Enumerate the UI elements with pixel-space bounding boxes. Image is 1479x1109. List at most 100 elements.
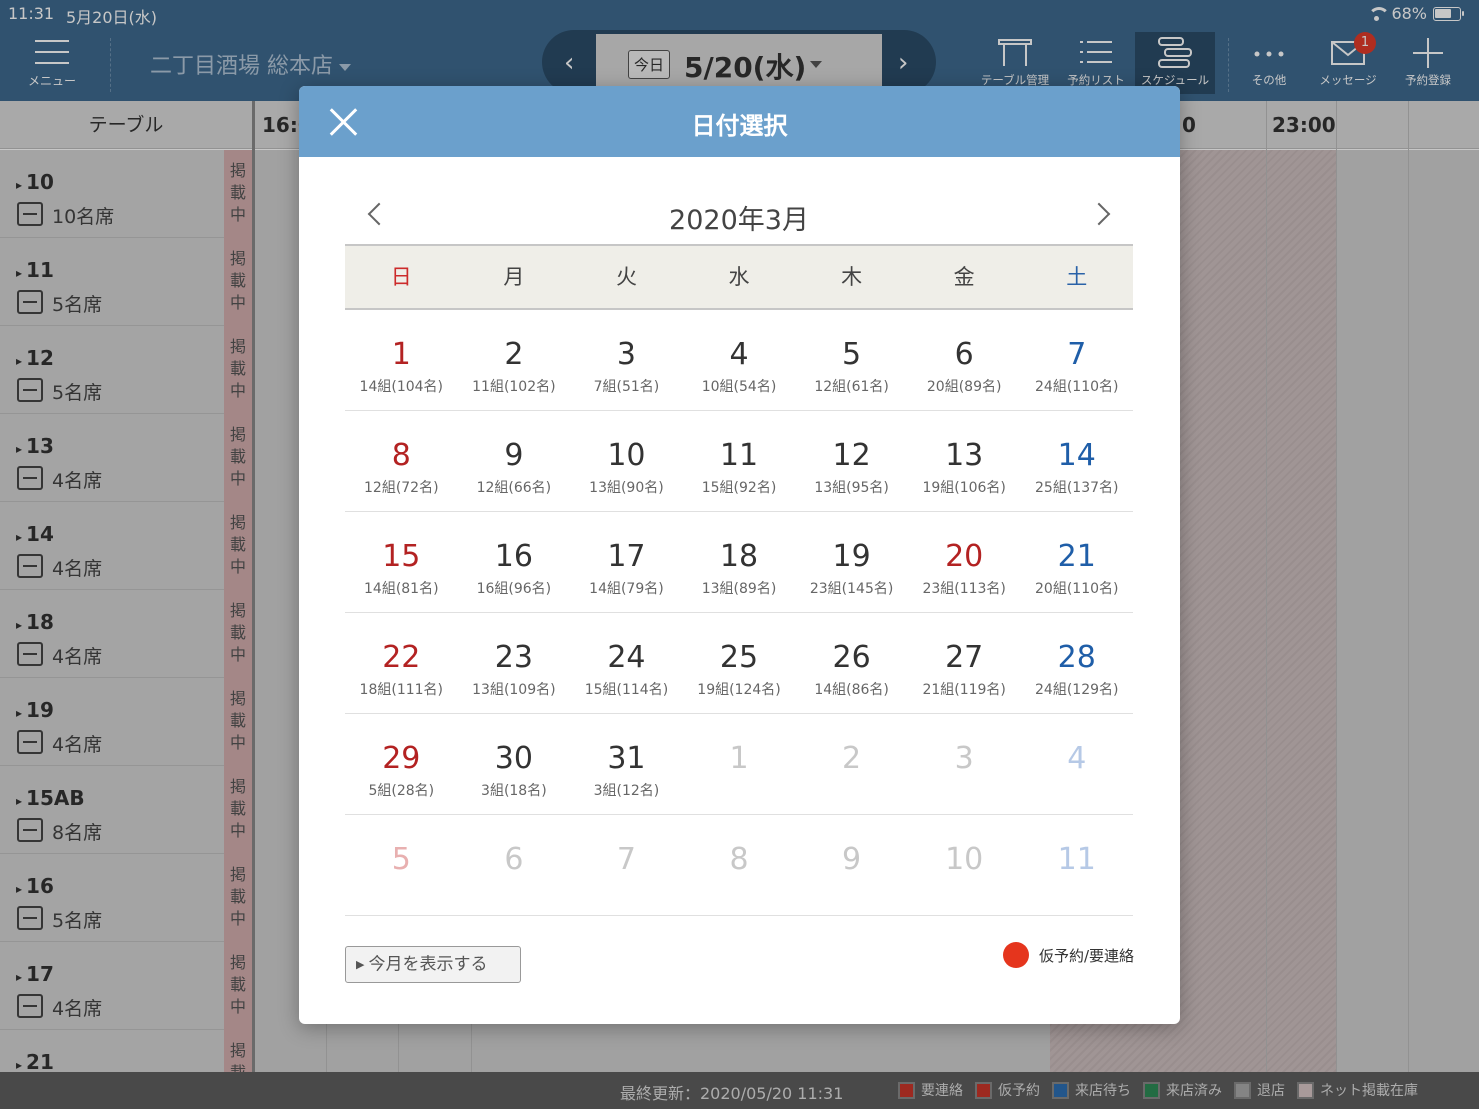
- calendar-day-other-month[interactable]: 11: [1020, 815, 1133, 915]
- play-triangle-icon: ▶: [356, 958, 365, 971]
- day-number: 3: [616, 337, 636, 372]
- calendar-week: 15 14組(81名) 16 16組(96名) 17 14組(79名) 18 13組(89名)…: [345, 512, 1133, 613]
- calendar-day[interactable]: 7 24組(110名): [1020, 310, 1133, 410]
- calendar-day-other-month[interactable]: 10: [908, 815, 1021, 915]
- calendar-day[interactable]: 28 24組(129名): [1020, 613, 1133, 713]
- day-number: 31: [607, 741, 646, 776]
- day-number: 22: [382, 640, 421, 675]
- month-navigation: 2020年3月: [345, 196, 1133, 236]
- dialog-header: 日付選択: [299, 86, 1180, 157]
- month-title: 2020年3月: [669, 205, 809, 236]
- calendar-day[interactable]: 10 13組(90名): [570, 411, 683, 511]
- reservation-count: 11組(102名): [472, 379, 556, 395]
- calendar-day[interactable]: 8 12組(72名): [345, 411, 458, 511]
- dialog-title: 日付選択: [691, 112, 788, 140]
- calendar-week: 5 6 7 8 9 10 11: [345, 815, 1133, 916]
- calendar-day[interactable]: 6 20組(89名): [908, 310, 1021, 410]
- calendar-day-other-month[interactable]: 9: [795, 815, 908, 915]
- day-number: 9: [842, 842, 862, 877]
- reservation-count: 14組(86名): [814, 682, 889, 698]
- day-number: 14: [1057, 438, 1096, 473]
- provisional-legend-label: 仮予約/要連絡: [1038, 946, 1134, 965]
- reservation-count: 24組(129名): [1035, 682, 1119, 698]
- day-number: 17: [607, 539, 646, 574]
- reservation-count: 25組(137名): [1035, 480, 1119, 496]
- calendar-day[interactable]: 5 12組(61名): [795, 310, 908, 410]
- calendar-day[interactable]: 14 25組(137名): [1020, 411, 1133, 511]
- reservation-count: 15組(114名): [584, 682, 669, 698]
- calendar-day[interactable]: 9 12組(66名): [458, 411, 571, 511]
- calendar-day[interactable]: 22 18組(111名): [345, 613, 458, 713]
- day-number: 12: [832, 438, 871, 473]
- next-month-chevron-icon[interactable]: [1093, 200, 1113, 230]
- calendar-day-other-month[interactable]: 1: [683, 714, 796, 814]
- calendar-day[interactable]: 13 19組(106名): [908, 411, 1021, 511]
- calendar-day[interactable]: 4 10組(54名): [683, 310, 796, 410]
- reservation-count: 23組(113名): [922, 581, 1006, 597]
- day-number: 4: [729, 337, 749, 372]
- calendar-day[interactable]: 15 14組(81名): [345, 512, 458, 612]
- weekday-label: 金: [953, 265, 975, 289]
- reservation-count: 20組(89名): [926, 379, 1002, 395]
- day-number: 26: [832, 640, 871, 675]
- day-number: 10: [945, 842, 984, 877]
- day-number: 24: [607, 640, 646, 675]
- reservation-count: 13組(90名): [589, 480, 664, 496]
- calendar-day[interactable]: 19 23組(145名): [795, 512, 908, 612]
- reservation-count: 12組(61名): [814, 379, 889, 395]
- reservation-count: 20組(110名): [1035, 581, 1119, 597]
- day-number: 21: [1057, 539, 1096, 574]
- calendar-day-other-month[interactable]: 2: [795, 714, 908, 814]
- calendar-day[interactable]: 30 3組(18名): [458, 714, 571, 814]
- day-number: 7: [616, 842, 636, 877]
- calendar-day[interactable]: 12 13組(95名): [795, 411, 908, 511]
- show-this-month-button[interactable]: ▶ 今月を表示する: [345, 946, 521, 983]
- day-number: 15: [382, 539, 421, 574]
- calendar-day[interactable]: 21 20組(110名): [1020, 512, 1133, 612]
- calendar-day[interactable]: 26 14組(86名): [795, 613, 908, 713]
- day-number: 25: [719, 640, 759, 675]
- calendar-day[interactable]: 23 13組(109名): [458, 613, 571, 713]
- weekday-label: 火: [615, 265, 637, 289]
- show-this-month-label: 今月を表示する: [368, 954, 488, 975]
- calendar-day[interactable]: 16 16組(96名): [458, 512, 571, 612]
- calendar-week: 8 12組(72名) 9 12組(66名) 10 13組(90名) 11 15組(92名) 12…: [345, 411, 1133, 512]
- reservation-count: 18組(111名): [359, 682, 444, 698]
- calendar-day[interactable]: 25 19組(124名): [683, 613, 796, 713]
- calendar-day[interactable]: 11 15組(92名): [683, 411, 796, 511]
- calendar-day[interactable]: 31 3組(12名): [570, 714, 683, 814]
- day-number: 5: [391, 842, 411, 877]
- day-number: 19: [832, 539, 871, 574]
- reservation-count: 12組(66名): [476, 480, 552, 496]
- calendar-day-other-month[interactable]: 3: [908, 714, 1021, 814]
- calendar-day[interactable]: 24 15組(114名): [570, 613, 683, 713]
- calendar-day-other-month[interactable]: 7: [570, 815, 683, 915]
- red-dot-icon: [1002, 942, 1029, 968]
- reservation-count: 19組(124名): [697, 682, 781, 698]
- calendar-day[interactable]: 29 5組(28名): [345, 714, 458, 814]
- day-number: 6: [954, 337, 974, 372]
- weekday-header: 日月火水木金土: [345, 244, 1133, 310]
- day-number: 9: [504, 438, 524, 473]
- day-number: 3: [954, 741, 974, 776]
- weekday-label: 日: [390, 265, 412, 289]
- calendar-day[interactable]: 3 7組(51名): [570, 310, 683, 410]
- calendar-day[interactable]: 20 23組(113名): [908, 512, 1021, 612]
- calendar-day-other-month[interactable]: 8: [683, 815, 796, 915]
- day-number: 5: [842, 337, 862, 372]
- calendar-day[interactable]: 1 14組(104名): [345, 310, 458, 410]
- reservation-count: 3組(18名): [481, 783, 547, 799]
- calendar-day[interactable]: 18 13組(89名): [683, 512, 796, 612]
- weekday-label: 月: [503, 265, 525, 289]
- calendar-day-other-month[interactable]: 6: [458, 815, 571, 915]
- calendar-day[interactable]: 17 14組(79名): [570, 512, 683, 612]
- reservation-count: 3組(12名): [593, 783, 660, 799]
- weekday-label: 水: [728, 265, 750, 289]
- reservation-count: 23組(145名): [809, 581, 894, 597]
- day-number: 20: [945, 539, 984, 574]
- day-number: 18: [719, 539, 759, 574]
- calendar-day[interactable]: 2 11組(102名): [458, 310, 571, 410]
- calendar-day-other-month[interactable]: 5: [345, 815, 458, 915]
- calendar-day[interactable]: 27 21組(119名): [908, 613, 1021, 713]
- calendar-day-other-month[interactable]: 4: [1020, 714, 1133, 814]
